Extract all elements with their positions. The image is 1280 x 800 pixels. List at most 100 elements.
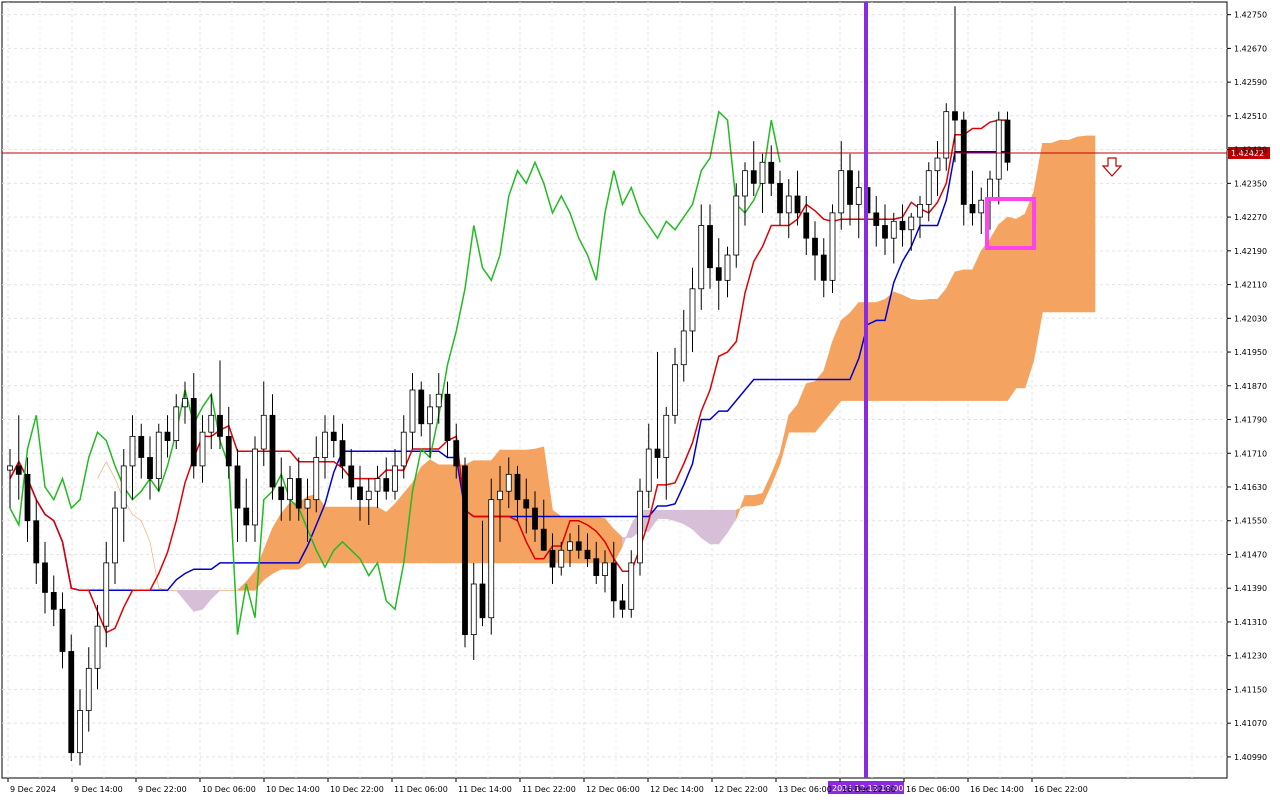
time-tick-label: 10 Dec 14:00: [266, 785, 320, 794]
time-tick-label: 10 Dec 22:00: [330, 785, 384, 794]
cloud-segment: [385, 503, 396, 564]
candle-body-bear: [348, 465, 355, 488]
candle-body-bull: [287, 478, 293, 501]
candle-body-bear: [899, 220, 906, 231]
candle-body-bear: [339, 440, 346, 467]
time-tick-label: 11 Dec 14:00: [458, 785, 512, 794]
chart-canvas[interactable]: 1.424222024.12.13 18:00 1.427501.426701.…: [0, 0, 1280, 800]
price-tick-label: 1.42510: [1234, 112, 1267, 121]
candle-body-bull: [890, 220, 897, 239]
candle-body-bear: [952, 111, 958, 121]
price-tick-label: 1.42110: [1234, 281, 1267, 290]
price-tick-label: 1.42190: [1234, 247, 1267, 256]
candle-body-bull: [409, 389, 416, 433]
candle-body-bear: [532, 507, 538, 530]
candle-body-bull: [785, 195, 792, 214]
cloud-segment: [972, 250, 982, 401]
price-tick-label: 1.42350: [1234, 179, 1267, 188]
candle-body-bear: [610, 562, 617, 602]
time-tick-label: 16 Dec 22:00: [842, 785, 896, 794]
cloud-segment: [893, 291, 903, 401]
candle-body-bull: [112, 507, 118, 564]
candle-body-bull: [908, 216, 915, 231]
cloud-segment: [280, 501, 291, 570]
candle-body-bear: [523, 499, 530, 509]
candle-body-bull: [689, 288, 696, 332]
candle-body-bull: [567, 541, 573, 551]
price-tick-label: 1.41710: [1234, 449, 1267, 458]
price-tick-label: 1.40990: [1234, 753, 1267, 762]
candle-body-bear: [619, 600, 626, 610]
time-tick-label: 11 Dec 06:00: [394, 785, 448, 794]
candle-body-bull: [995, 119, 1002, 180]
cloud-segment: [429, 459, 440, 564]
cloud-segment: [875, 298, 886, 401]
candle-body-bear: [383, 478, 390, 492]
candle-body-bull: [392, 465, 398, 492]
candle-body-bear: [777, 182, 783, 214]
candle-body-bull: [637, 490, 643, 564]
candle-body-bull: [435, 393, 442, 408]
price-tick-label: 1.41630: [1234, 483, 1267, 492]
candle-body-bear: [540, 528, 547, 551]
candle-body-bear: [847, 170, 853, 205]
price-tick-label: 1.41070: [1234, 719, 1267, 728]
cloud-segment: [359, 506, 370, 564]
time-tick-label: 9 Dec 14:00: [74, 785, 123, 794]
price-tick-label: 1.41550: [1234, 517, 1267, 526]
candle-body-bull: [505, 473, 512, 492]
candle-body-bear: [453, 440, 460, 467]
candle-body-bull: [628, 562, 635, 610]
candle-body-bear: [479, 583, 486, 619]
candle-body-bear: [715, 267, 722, 281]
price-tick-label: 1.41790: [1234, 416, 1267, 425]
cloud-segment: [744, 495, 755, 507]
candle-body-bear: [147, 457, 153, 479]
candle-body-bull: [208, 414, 215, 433]
cloud-segment: [377, 506, 387, 564]
candle-body-bull: [7, 465, 13, 471]
time-tick-label: 10 Dec 06:00: [202, 785, 256, 794]
candle-body-bull: [742, 170, 748, 197]
cloud-segment: [333, 506, 343, 564]
candle-body-bull: [155, 431, 162, 479]
candle-body-bear: [59, 608, 66, 652]
candle-body-bull: [645, 448, 652, 492]
ichimoku-chart[interactable]: 1.42422 2024.12.13 18:00 1.42750 1.42670 1.…: [0, 0, 1280, 800]
candle-body-bear: [882, 225, 888, 239]
candle-body-bear: [164, 431, 171, 442]
time-tick-label: 9 Dec 2024: [10, 785, 56, 794]
candle-body-bull: [103, 562, 110, 627]
candle-body-bull: [120, 465, 127, 509]
candle-body-bull: [260, 414, 267, 450]
cloud-segment: [963, 269, 973, 401]
price-tick-label: 1.42750: [1234, 11, 1267, 20]
candle-body-bear: [15, 465, 22, 475]
candle-body-bear: [514, 473, 521, 501]
time-tick-label: 9 Dec 22:00: [138, 785, 187, 794]
candle-body-bear: [278, 486, 285, 501]
price-tick-label: 1.42670: [1234, 44, 1267, 53]
cloud-segment: [867, 302, 877, 401]
time-tick-label: 16 Dec 14:00: [970, 785, 1024, 794]
cloud-segment: [342, 506, 352, 564]
cloud-segment: [998, 216, 1008, 401]
price-tick-label: 1.42030: [1234, 314, 1267, 323]
cloud-segment: [902, 294, 912, 401]
candle-body-bull: [698, 225, 705, 290]
candle-body-bull: [838, 170, 845, 214]
price-tick-label: 1.41390: [1234, 584, 1267, 593]
candle-body-bear: [217, 414, 223, 437]
candle-body-bear: [269, 414, 276, 488]
candle-body-bear: [243, 507, 250, 526]
cloud-segment: [1007, 216, 1017, 402]
time-tick-label: 16 Dec 06:00: [906, 785, 960, 794]
cloud-segment: [368, 506, 378, 564]
candle-body-bear: [330, 431, 337, 442]
candle-body-bull: [77, 710, 83, 754]
price-tick-label: 1.41150: [1234, 685, 1267, 694]
candle-body-bull: [304, 499, 311, 509]
candle-body-bull: [313, 457, 320, 501]
candle-body-bear: [803, 212, 810, 239]
cloud-segment: [753, 492, 763, 507]
